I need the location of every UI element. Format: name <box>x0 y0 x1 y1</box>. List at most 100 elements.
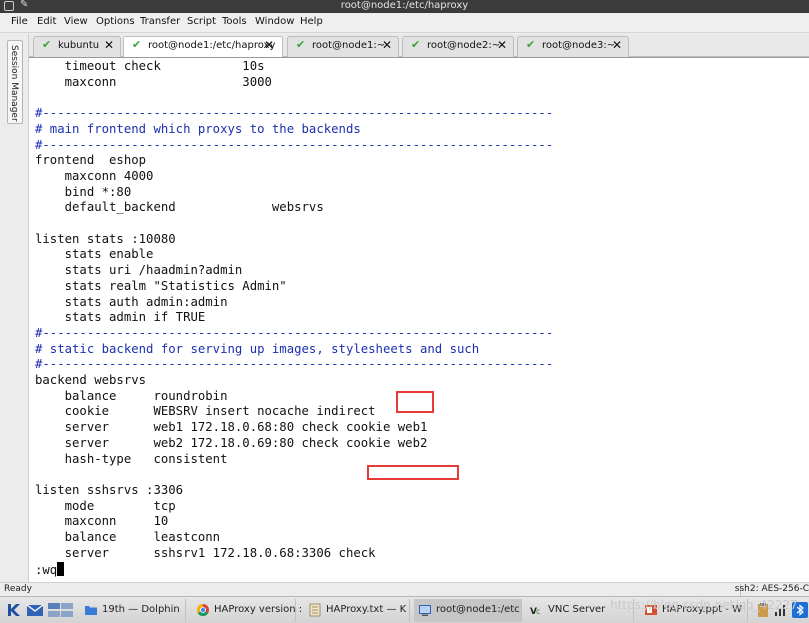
terminal-line: balance leastconn <box>35 530 221 544</box>
tab-node2[interactable]: ✔ root@node2:~ ✕ <box>402 36 514 57</box>
terminal-line: stats uri /haadmin?admin <box>35 263 243 278</box>
desktop-pager-icon[interactable] <box>48 602 74 618</box>
terminal-line: bind *:80 <box>35 184 132 199</box>
network-icon[interactable] <box>774 602 788 618</box>
connection-cipher: ssh2: AES-256-C <box>734 584 809 594</box>
kde-menu-icon[interactable] <box>5 602 23 618</box>
connected-check-icon: ✔ <box>296 38 306 51</box>
close-icon[interactable]: ✕ <box>264 38 274 52</box>
terminal-line: listen stats :10080 <box>35 231 176 246</box>
close-icon[interactable]: ✕ <box>104 38 114 52</box>
terminal-line: timeout check 10s <box>35 59 265 73</box>
session-manager-panel: Session Manager <box>0 34 29 582</box>
close-icon[interactable]: ✕ <box>497 38 507 52</box>
text-editor-icon <box>309 603 321 617</box>
command-text: :wq <box>35 563 58 578</box>
tab-bar: ✔ kubuntu ✕ ✔ root@node1:/etc/haproxy ✕ … <box>29 34 809 58</box>
session-manager-label: Session Manager <box>9 45 19 122</box>
menu-tools[interactable]: Tools <box>222 16 247 27</box>
connected-check-icon: ✔ <box>132 38 142 51</box>
tab-node1[interactable]: ✔ root@node1:~ ✕ <box>287 36 399 57</box>
tab-label: root@node3:~ <box>542 40 616 51</box>
annotation-box <box>367 465 459 480</box>
text-cursor <box>57 562 65 577</box>
terminal-line: stats auth admin:admin <box>35 294 228 309</box>
terminal-line: listen sshsrvs :3306 <box>35 482 184 497</box>
terminal-line: frontend eshop <box>35 153 147 168</box>
menu-script[interactable]: Script <box>187 16 216 27</box>
menu-window[interactable]: Window <box>255 16 294 27</box>
task-label: HAProxy version : <box>214 604 303 615</box>
tab-kubuntu[interactable]: ✔ kubuntu ✕ <box>33 36 121 57</box>
task-vnc[interactable]: V c VNC Server <box>526 599 634 622</box>
terminal-line: server sshsrv1 172.18.0.68:3306 check <box>35 545 376 560</box>
connected-check-icon: ✔ <box>411 38 421 51</box>
taskbar: 19th — Dolphin HAProxy version : HAProxy… <box>0 596 809 623</box>
task-chrome[interactable]: HAProxy version : <box>192 599 302 622</box>
terminal-line: stats realm "Statistics Admin" <box>35 278 287 293</box>
task-label: HAProxy.ppt - W <box>662 604 742 615</box>
terminal-comment-line: #---------------------------------------… <box>35 357 554 372</box>
window-title: root@node1:/etc/haproxy <box>340 0 469 11</box>
close-icon[interactable]: ✕ <box>612 38 622 52</box>
tab-label: root@node1:~ <box>312 40 386 51</box>
task-label: VNC Server <box>548 604 606 615</box>
clipboard-icon[interactable] <box>756 602 770 618</box>
task-text-editor[interactable]: HAProxy.txt — K <box>304 599 410 622</box>
terminal-line: maxconn 3000 <box>35 74 272 89</box>
annotation-box <box>396 391 434 413</box>
menu-edit[interactable]: Edit <box>37 16 56 27</box>
terminal-line: hash-type consistent <box>35 451 228 466</box>
terminal-line: maxconn 10 <box>35 514 169 529</box>
terminal-line: default_backend websrvs <box>35 200 324 215</box>
terminal-line: stats enable <box>35 247 154 262</box>
terminal-line: cookie WEBSRV insert nocache indirect <box>35 404 376 419</box>
chrome-icon <box>196 604 209 617</box>
terminal-comment-line: # main frontend which proxys to the back… <box>35 121 361 136</box>
terminal-line: server web2 172.18.0.69:80 check cookie … <box>35 435 428 450</box>
terminal-line: balance roundrobin <box>35 388 228 403</box>
close-icon[interactable]: ✕ <box>382 38 392 52</box>
menu-view[interactable]: View <box>64 16 88 27</box>
terminal-comment-line: #---------------------------------------… <box>35 106 554 121</box>
connected-check-icon: ✔ <box>42 38 52 51</box>
command-line[interactable]: :wq <box>35 562 65 578</box>
menu-file[interactable]: File <box>11 16 28 27</box>
terminal-comment-line: #---------------------------------------… <box>35 325 554 340</box>
session-manager-tab[interactable]: Session Manager <box>7 40 23 124</box>
task-dolphin[interactable]: 19th — Dolphin <box>80 599 186 622</box>
window-titlebar: ✎ root@node1:/etc/haproxy <box>0 0 809 13</box>
terminal-line: mode tcp <box>35 498 176 513</box>
menu-transfer[interactable]: Transfer <box>140 16 180 27</box>
tab-node3[interactable]: ✔ root@node3:~ ✕ <box>517 36 629 57</box>
status-text: Ready <box>4 584 32 594</box>
menu-help[interactable]: Help <box>300 16 323 27</box>
folder-icon <box>85 606 97 615</box>
bluetooth-icon[interactable] <box>792 602 808 618</box>
vnc-icon: V c <box>530 607 540 617</box>
svg-text:c: c <box>536 607 540 616</box>
terminal-icon <box>419 605 431 616</box>
connected-check-icon: ✔ <box>526 38 536 51</box>
terminal-comment-line: #---------------------------------------… <box>35 137 554 152</box>
task-label: root@node1:/etc <box>436 604 520 615</box>
terminal-view[interactable]: timeout check 10s maxconn 3000 #---------… <box>29 57 809 582</box>
tab-node1-haproxy[interactable]: ✔ root@node1:/etc/haproxy ✕ <box>123 36 283 58</box>
tab-label: root@node1:/etc/haproxy <box>148 40 276 51</box>
terminal-line: server web1 172.18.0.68:80 check cookie … <box>35 420 428 435</box>
presentation-icon <box>645 605 657 615</box>
task-terminal[interactable]: root@node1:/etc <box>414 599 522 622</box>
task-label: HAProxy.txt — K <box>326 604 407 615</box>
tab-label: root@node2:~ <box>427 40 501 51</box>
menu-bar: File Edit View Options Transfer Script T… <box>0 13 809 33</box>
status-bar: Ready ssh2: AES-256-C <box>0 582 809 596</box>
task-presentation[interactable]: HAProxy.ppt - W <box>640 599 748 622</box>
terminal-line: stats admin if TRUE <box>35 310 206 325</box>
terminal-line: maxconn 4000 <box>35 168 154 183</box>
tab-label: kubuntu <box>58 40 100 51</box>
terminal-comment-line: # static backend for serving up images, … <box>35 341 480 356</box>
task-label: 19th — Dolphin <box>102 604 180 615</box>
mail-icon[interactable] <box>26 602 44 618</box>
menu-options[interactable]: Options <box>96 16 135 27</box>
terminal-line: backend websrvs <box>35 373 147 387</box>
